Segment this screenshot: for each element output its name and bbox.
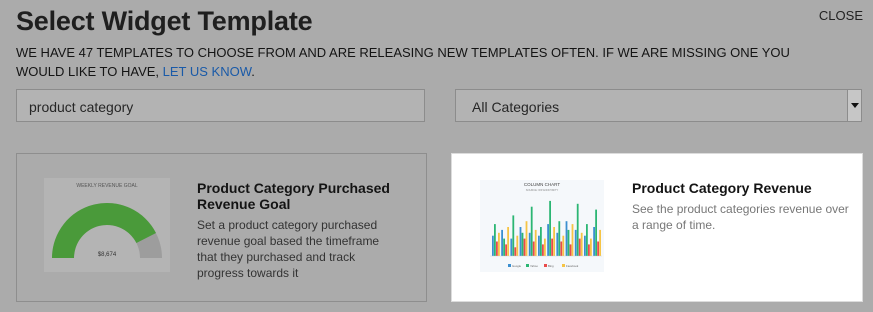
legend-label: Yahoo xyxy=(530,264,538,268)
legend-swatch xyxy=(562,264,565,267)
chart-bar xyxy=(562,235,565,256)
template-title: Product Category Purchased Revenue Goal xyxy=(197,180,390,212)
chart-bar xyxy=(565,221,568,256)
description-text: WE HAVE 47 TEMPLATES TO CHOOSE FROM AND … xyxy=(16,45,790,79)
chart-bar xyxy=(525,221,528,256)
chart-bar xyxy=(574,229,577,256)
chart-bar xyxy=(584,235,586,256)
chart-bar xyxy=(590,238,592,256)
chart-bar xyxy=(530,206,533,256)
chart-bar xyxy=(558,221,561,256)
category-select-value: All Categories xyxy=(472,99,560,115)
chart-bar xyxy=(549,200,551,256)
gauge-value: $8,674 xyxy=(98,252,117,258)
chart-bar xyxy=(567,229,570,256)
dialog-title: Select Widget Template xyxy=(16,6,313,36)
let-us-know-link[interactable]: LET US KNOW xyxy=(163,64,252,79)
search-input[interactable]: product category xyxy=(16,89,425,122)
category-select[interactable]: All Categories xyxy=(455,89,862,122)
close-button[interactable]: CLOSE xyxy=(819,8,863,23)
chart-bar xyxy=(595,209,597,256)
legend-label: Bing xyxy=(548,264,554,268)
chart-bar xyxy=(501,229,503,256)
chart-bar xyxy=(580,232,583,256)
chart-bar xyxy=(588,244,590,256)
chart-bar xyxy=(538,235,540,256)
template-description: Set a product category purchased revenue… xyxy=(197,218,380,280)
template-card-revenue[interactable]: COLUMN CHART SOURCE: WP.ANONYMITY Google… xyxy=(451,153,863,302)
gauge-caption: WEEKLY REVENUE GOAL xyxy=(76,183,137,189)
description-end: . xyxy=(251,64,255,79)
chart-bar xyxy=(547,224,549,256)
chart-caption: COLUMN CHART xyxy=(524,182,560,187)
chart-bar xyxy=(492,235,494,256)
chart-bar xyxy=(593,227,595,256)
chart-bar xyxy=(540,227,542,256)
chart-bar xyxy=(516,235,519,256)
chart-bar xyxy=(512,215,515,256)
legend-label: Google xyxy=(512,264,521,268)
chart-bar xyxy=(571,224,574,256)
chart-bar xyxy=(578,238,581,256)
chart-bar xyxy=(510,238,513,256)
chart-bar xyxy=(569,244,572,256)
chart-bar xyxy=(521,232,524,256)
chart-bar xyxy=(556,232,559,256)
chart-bar xyxy=(494,224,496,256)
chart-bar xyxy=(544,238,546,256)
chevron-down-icon[interactable] xyxy=(847,90,861,121)
template-description: See the product categories revenue over … xyxy=(632,202,849,232)
legend-swatch xyxy=(544,264,547,267)
chart-bar xyxy=(507,227,509,256)
template-title: Product Category Revenue xyxy=(632,180,812,196)
chart-bar xyxy=(503,238,505,256)
chart-bar xyxy=(505,244,507,256)
chart-bar xyxy=(532,241,535,256)
template-card-goal[interactable]: WEEKLY REVENUE GOAL $8,674 Product Categ… xyxy=(16,153,427,302)
legend-swatch xyxy=(526,264,529,267)
chart-bar xyxy=(553,227,555,256)
legend-swatch xyxy=(508,264,511,267)
chart-bar xyxy=(551,238,553,256)
chart-bar xyxy=(498,232,500,256)
chart-bar xyxy=(519,227,522,256)
chart-bar xyxy=(496,241,498,256)
chart-bar xyxy=(560,241,563,256)
chart-bar xyxy=(534,229,537,256)
chart-bar xyxy=(542,244,544,256)
gauge-thumbnail: WEEKLY REVENUE GOAL $8,674 xyxy=(44,178,170,272)
chart-subcaption: SOURCE: WP.ANONYMITY xyxy=(526,188,559,192)
column-chart-thumbnail: COLUMN CHART SOURCE: WP.ANONYMITY Google… xyxy=(480,180,604,272)
chart-bar xyxy=(586,224,588,256)
dialog-description: WE HAVE 47 TEMPLATES TO CHOOSE FROM AND … xyxy=(16,43,796,81)
chart-bar xyxy=(514,247,517,256)
chart-bar xyxy=(576,203,579,256)
chart-bar xyxy=(523,238,526,256)
chart-bar xyxy=(597,241,599,256)
legend-label: Facebook xyxy=(566,264,579,268)
chart-bar xyxy=(528,232,531,256)
chart-bar xyxy=(599,229,601,256)
